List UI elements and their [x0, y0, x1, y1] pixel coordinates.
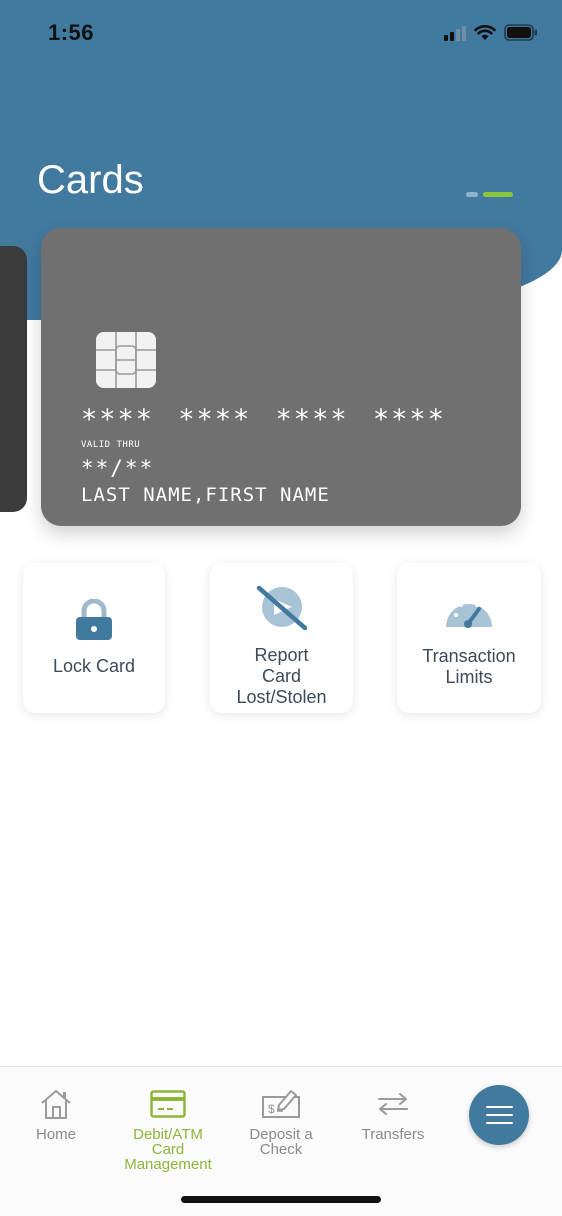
transaction-limits-button[interactable]: Transaction Limits [397, 563, 541, 713]
wifi-icon [474, 24, 496, 41]
nav-debit-label-line: Management [124, 1156, 212, 1173]
pager-dot[interactable] [466, 192, 478, 197]
valid-thru-label: VALID THRU [81, 440, 141, 450]
nav-home[interactable]: Home [21, 1087, 91, 1142]
credit-card-icon [113, 1087, 223, 1121]
nav-debit-label-line: Debit/ATM [133, 1126, 203, 1143]
home-indicator[interactable] [181, 1196, 381, 1203]
transaction-limits-label: Transaction Limits [422, 646, 516, 687]
cards-screen: 1:56 Cards **** **** **** **** VALID THR… [0, 0, 562, 1216]
report-lost-stolen-button[interactable]: Report Card Lost/Stolen [210, 563, 353, 713]
svg-text:$: $ [268, 1102, 275, 1116]
card-pager-indicator[interactable] [466, 192, 513, 197]
nav-deposit-check[interactable]: $ Deposit a Check [240, 1087, 322, 1157]
debit-card[interactable]: **** **** **** **** VALID THRU **/** LAS… [41, 228, 521, 526]
report-card-label: Report Card Lost/Stolen [236, 645, 327, 707]
nav-debit-card-management[interactable]: Debit/ATM Card Management [113, 1087, 223, 1172]
nav-debit-label-line: Card [151, 1141, 185, 1158]
gauge-icon [397, 591, 541, 629]
lock-card-button[interactable]: Lock Card [23, 563, 165, 713]
lost-card-icon [210, 585, 353, 631]
hamburger-menu-button[interactable] [469, 1085, 529, 1145]
lock-icon [23, 599, 165, 641]
cardholder-name: LAST NAME,FIRST NAME [81, 484, 330, 506]
nav-home-label: Home [35, 1126, 76, 1143]
bottom-nav-bar: Home Debit/ATM Card Management $ Deposit… [0, 1066, 562, 1216]
nav-transfers[interactable]: Transfers [355, 1087, 431, 1142]
page-title: Cards [37, 158, 144, 202]
hamburger-menu-icon [485, 1122, 513, 1124]
check-deposit-icon: $ [240, 1087, 322, 1121]
status-bar: 1:56 [0, 0, 562, 68]
card-expiry: **/** [81, 456, 155, 480]
status-time: 1:56 [48, 20, 95, 45]
home-icon [21, 1087, 91, 1121]
hamburger-menu-icon [485, 1114, 513, 1116]
card-chip-icon [96, 332, 156, 388]
status-icons [444, 24, 538, 41]
lock-card-label: Lock Card [52, 656, 136, 676]
transfer-arrows-icon [355, 1087, 431, 1121]
previous-card-peek[interactable] [0, 246, 27, 512]
hamburger-menu-icon [485, 1106, 513, 1108]
nav-deposit-label-line: Check [259, 1141, 303, 1158]
battery-icon [504, 24, 538, 41]
pager-dot-active[interactable] [483, 192, 513, 197]
cellular-signal-icon [444, 25, 466, 41]
card-number: **** **** **** **** [81, 404, 446, 435]
nav-transfers-label: Transfers [361, 1126, 425, 1143]
nav-deposit-label-line: Deposit a [249, 1126, 313, 1143]
